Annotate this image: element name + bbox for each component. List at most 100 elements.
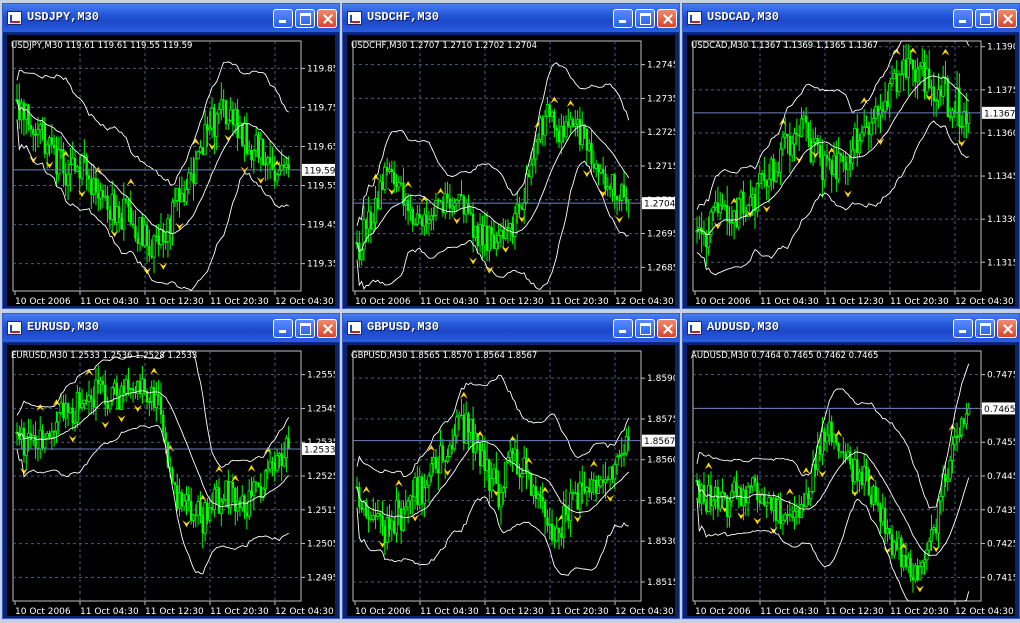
candle-body-up xyxy=(702,232,706,235)
price-tick-label: 0.7455 xyxy=(987,438,1015,448)
candle-body-up xyxy=(415,213,419,225)
price-chart-svg[interactable]: 1.8590 1.8575 1.8560 1.8545 1.8530 1.8515 10 O… xyxy=(347,345,675,616)
chart-area[interactable]: 119.85 119.75 119.65 119.55 119.45 119.35 10 O… xyxy=(7,35,335,306)
chart-window-icon[interactable] xyxy=(7,11,22,25)
chart-window-icon[interactable] xyxy=(687,321,702,335)
candle-body-up xyxy=(522,202,526,210)
candle-body-down xyxy=(557,528,561,534)
candle-body-up xyxy=(196,151,200,160)
candle-body-down xyxy=(874,486,877,503)
window-titlebar[interactable]: AUDUSD,M30 xyxy=(683,314,1019,343)
candle-body-up xyxy=(825,434,829,443)
candle-body-up xyxy=(66,173,70,186)
chart-area[interactable]: 1.1390 1.1375 1.1360 1.1345 1.1330 1.1315 10 O… xyxy=(687,35,1015,306)
fractal-down-arrow xyxy=(175,222,184,230)
maximize-button[interactable] xyxy=(295,9,315,28)
chart-area[interactable]: 1.27451.27351.27251.27151.27051.26951.26… xyxy=(347,35,675,306)
candle-body-down xyxy=(625,197,628,203)
chart-info-label: USDJPY,M30 119.61 119.61 119.55 119.59 xyxy=(11,41,193,51)
close-button[interactable] xyxy=(317,319,337,338)
candle-body-up xyxy=(159,229,163,245)
price-chart-svg[interactable]: 1.27451.27351.27251.27151.27051.26951.26… xyxy=(347,35,675,306)
minimize-button[interactable] xyxy=(953,319,973,338)
candle-body-down xyxy=(825,155,829,159)
chart-window-usdcad[interactable]: USDCAD,M30 1.1390 1.1375 1.1360 1.1345 1.133… xyxy=(682,3,1020,309)
chart-window-eurusd[interactable]: EURUSD,M30 1.25551.25451.25351.25251.251… xyxy=(2,313,340,619)
chart-window-usdjpy[interactable]: USDJPY,M30 119.85 119.75 119.65 119.55 119.4… xyxy=(2,3,340,309)
close-button[interactable] xyxy=(997,9,1017,28)
maximize-button[interactable] xyxy=(975,319,995,338)
candle-body-up xyxy=(964,413,968,425)
candle-body-up xyxy=(508,450,512,458)
price-chart-svg[interactable]: 0.7475 0.7465 0.7455 0.7445 0.7435 0.7425 0.74… xyxy=(687,345,1015,616)
maximize-button[interactable] xyxy=(295,319,315,338)
minimize-button[interactable] xyxy=(613,319,633,338)
candle-body-up xyxy=(54,421,59,432)
candle-body-up xyxy=(713,202,718,208)
candle-body-up xyxy=(620,184,624,201)
chart-area[interactable]: 0.7475 0.7465 0.7455 0.7445 0.7435 0.7425 0.74… xyxy=(687,345,1015,616)
price-chart-svg[interactable]: 1.1390 1.1375 1.1360 1.1345 1.1330 1.1315 10 O… xyxy=(687,35,1015,306)
candle-body-down xyxy=(434,457,438,469)
candle-body-up xyxy=(613,464,617,480)
chart-window-icon[interactable] xyxy=(687,11,702,25)
candle-body-up xyxy=(962,110,966,127)
candle-body-down xyxy=(399,182,403,184)
candle-body-up xyxy=(871,486,876,505)
candle-body-up xyxy=(140,378,144,395)
fractal-up-arrow xyxy=(36,404,45,412)
minimize-button[interactable] xyxy=(273,9,293,28)
candle-body-down xyxy=(753,477,757,483)
chart-area[interactable]: 1.8590 1.8575 1.8560 1.8545 1.8530 1.8515 10 O… xyxy=(347,345,675,616)
candle-body-up xyxy=(119,385,124,411)
chart-window-icon[interactable] xyxy=(347,11,362,25)
candle-body-up xyxy=(857,140,862,154)
candle-body-up xyxy=(445,456,450,463)
chart-area[interactable]: 1.25551.25451.25351.25251.25151.25051.24… xyxy=(7,345,335,616)
window-titlebar[interactable]: EURUSD,M30 xyxy=(3,314,339,343)
candle-body-down xyxy=(52,144,56,149)
fractal-up-arrow xyxy=(126,178,135,186)
close-button[interactable] xyxy=(997,319,1017,338)
current-price-label: 1.2533 xyxy=(304,445,335,455)
price-tick-label: 0.7445 xyxy=(987,472,1015,482)
chart-window-usdchf[interactable]: USDCHF,M30 1.2745 1.2735 1.2725 1.2715 1.270… xyxy=(342,3,680,309)
chart-window-gbpusd[interactable]: GBPUSD,M30 1.8590 1.8575 1.8560 1.8545 1.853… xyxy=(342,313,680,619)
fractal-up-arrow xyxy=(566,99,575,107)
close-button[interactable] xyxy=(657,9,677,28)
minimize-button[interactable] xyxy=(273,319,293,338)
candle-body-down xyxy=(795,133,799,135)
chart-window-icon[interactable] xyxy=(347,321,362,335)
window-titlebar[interactable]: USDJPY,M30 xyxy=(3,4,339,33)
minimize-button[interactable] xyxy=(613,9,633,28)
candle-body-down xyxy=(527,472,531,474)
candle-body-down xyxy=(411,208,414,225)
close-button[interactable] xyxy=(657,319,677,338)
price-chart-svg[interactable]: 119.85 119.75 119.65 119.55 119.45 119.35 10 O… xyxy=(7,35,335,306)
chart-window-audusd[interactable]: AUDUSD,M30 0.7475 0.7465 0.7455 0.7445 0.743… xyxy=(682,313,1020,619)
close-button[interactable] xyxy=(317,9,337,28)
window-titlebar[interactable]: USDCAD,M30 xyxy=(683,4,1019,33)
maximize-button[interactable] xyxy=(635,319,655,338)
candle-body-down xyxy=(958,87,961,127)
minimize-button[interactable] xyxy=(953,9,973,28)
window-titlebar[interactable]: USDCHF,M30 xyxy=(343,4,679,33)
candle-body-down xyxy=(381,515,384,526)
candle-body-up xyxy=(473,225,478,238)
chart-window-icon[interactable] xyxy=(7,321,22,335)
candle-body-up xyxy=(483,225,487,246)
candle-body-up xyxy=(883,100,887,112)
price-tick-label: 1.2505 xyxy=(307,540,335,550)
maximize-button[interactable] xyxy=(975,9,995,28)
candle-body-down xyxy=(254,481,258,483)
candle-body-up xyxy=(259,138,263,159)
candle-body-down xyxy=(157,394,160,397)
candle-body-up xyxy=(485,459,489,472)
candle-body-down xyxy=(763,173,766,181)
candle-body-up xyxy=(513,448,517,455)
candle-body-up xyxy=(36,129,40,135)
price-chart-svg[interactable]: 1.25551.25451.25351.25251.25151.25051.24… xyxy=(7,345,335,616)
candle-body-up xyxy=(531,158,536,166)
window-titlebar[interactable]: GBPUSD,M30 xyxy=(343,314,679,343)
maximize-button[interactable] xyxy=(635,9,655,28)
